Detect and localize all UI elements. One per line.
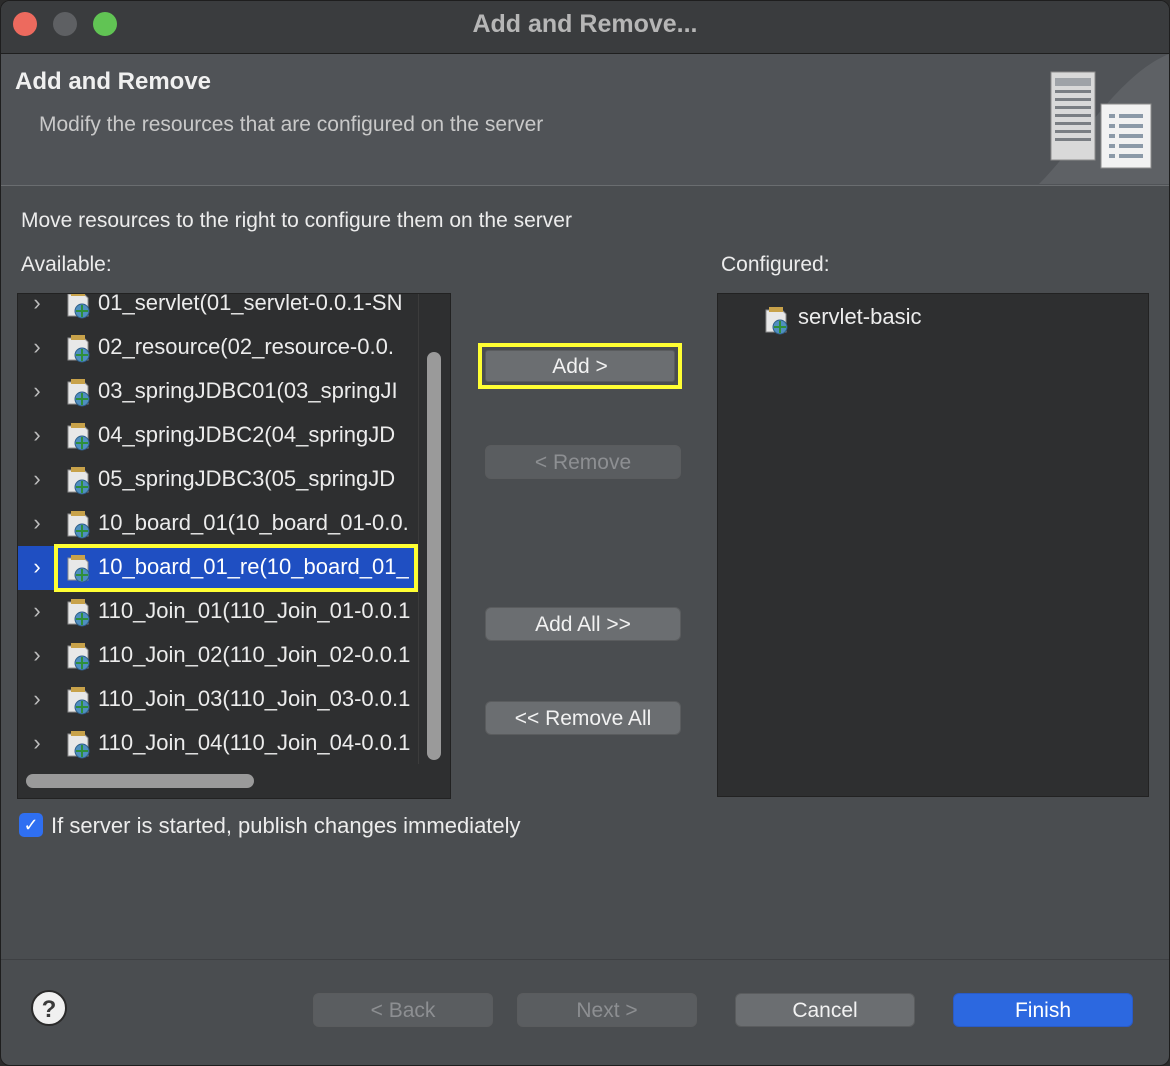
horizontal-scrollbar-thumb[interactable]: [26, 774, 254, 788]
available-item-label: 03_springJDBC01(03_springJI: [98, 378, 398, 403]
web-project-icon: [67, 599, 90, 627]
help-icon[interactable]: ?: [31, 990, 67, 1026]
available-tree-row[interactable]: › 04_springJDBC2(04_springJD: [18, 414, 418, 458]
web-project-icon: [67, 687, 90, 715]
cancel-button[interactable]: Cancel: [735, 993, 915, 1027]
remove-all-button[interactable]: << Remove All: [485, 701, 681, 735]
available-tree-row[interactable]: › 01_servlet(01_servlet-0.0.1-SN: [18, 293, 418, 326]
available-item-label: 01_servlet(01_servlet-0.0.1-SN: [98, 293, 403, 315]
web-project-icon: [67, 731, 90, 759]
web-project-icon: [67, 511, 90, 539]
configured-tree[interactable]: servlet-basic: [717, 293, 1149, 797]
web-project-icon: [67, 643, 90, 671]
chevron-right-icon[interactable]: ›: [28, 466, 46, 492]
chevron-right-icon[interactable]: ›: [28, 294, 46, 316]
available-label: Available:: [21, 253, 112, 276]
configured-item-label: servlet-basic: [798, 304, 922, 329]
finish-button[interactable]: Finish: [953, 993, 1133, 1027]
available-tree-row[interactable]: › 110_Join_04(110_Join_04-0.0.1: [18, 722, 418, 766]
server-banner-icon: [1039, 54, 1169, 184]
chevron-right-icon[interactable]: ›: [28, 686, 46, 712]
available-item-label: 110_Join_03(110_Join_03-0.0.1: [98, 686, 411, 711]
web-project-icon: [67, 423, 90, 451]
chevron-right-icon[interactable]: ›: [28, 510, 46, 536]
available-item-label: 110_Join_04(110_Join_04-0.0.1: [98, 730, 411, 755]
add-button[interactable]: Add >: [485, 350, 675, 382]
publish-checkbox[interactable]: ✓: [19, 813, 43, 837]
next-button[interactable]: Next >: [517, 993, 697, 1027]
configured-label: Configured:: [721, 253, 830, 276]
available-item-label: 02_resource(02_resource-0.0.: [98, 334, 394, 359]
available-tree-row[interactable]: › 110_Join_01(110_Join_01-0.0.1: [18, 590, 418, 634]
wizard-subtitle: Modify the resources that are configured…: [39, 113, 544, 136]
title-bar: Add and Remove...: [1, 1, 1169, 54]
web-project-icon: [67, 467, 90, 495]
chevron-right-icon[interactable]: ›: [28, 730, 46, 756]
available-tree-row[interactable]: › 110_Join_03(110_Join_03-0.0.1: [18, 678, 418, 722]
instruction-text: Move resources to the right to configure…: [21, 209, 572, 232]
tree-column-divider: [418, 294, 419, 764]
remove-button[interactable]: < Remove: [485, 445, 681, 479]
web-project-icon: [765, 307, 788, 335]
wizard-header: Add and Remove Modify the resources that…: [1, 54, 1169, 186]
available-item-label: 110_Join_01(110_Join_01-0.0.1: [98, 598, 411, 623]
window-title: Add and Remove...: [472, 10, 698, 38]
publish-checkbox-label: If server is started, publish changes im…: [51, 813, 521, 838]
add-remove-dialog: Add and Remove... Add and Remove Modify …: [0, 0, 1170, 1066]
chevron-right-icon[interactable]: ›: [28, 554, 46, 580]
available-tree-row[interactable]: › 02_resource(02_resource-0.0.: [18, 326, 418, 370]
add-all-button[interactable]: Add All >>: [485, 607, 681, 641]
chevron-right-icon[interactable]: ›: [28, 422, 46, 448]
web-project-icon: [67, 335, 90, 363]
web-project-icon: [67, 379, 90, 407]
chevron-right-icon[interactable]: ›: [28, 378, 46, 404]
available-tree-row[interactable]: › 10_board_01(10_board_01-0.0.: [18, 502, 418, 546]
available-tree[interactable]: › 110_Join_04(110_Join_04-0.0.1 › 110_Join_…: [17, 293, 451, 799]
chevron-right-icon[interactable]: ›: [28, 334, 46, 360]
available-tree-row[interactable]: › 10_board_01_re(10_board_01_: [18, 546, 418, 590]
available-item-label: 10_board_01_re(10_board_01_: [98, 554, 409, 579]
available-item-label: 04_springJDBC2(04_springJD: [98, 422, 396, 447]
available-tree-row[interactable]: › 03_springJDBC01(03_springJI: [18, 370, 418, 414]
chevron-right-icon[interactable]: ›: [28, 598, 46, 624]
chevron-right-icon[interactable]: ›: [28, 642, 46, 668]
available-item-label: 05_springJDBC3(05_springJD: [98, 466, 396, 491]
available-tree-row[interactable]: › 110_Join_02(110_Join_02-0.0.1: [18, 634, 418, 678]
available-tree-row[interactable]: › 05_springJDBC3(05_springJD: [18, 458, 418, 502]
back-button[interactable]: < Back: [313, 993, 493, 1027]
available-item-label: 10_board_01(10_board_01-0.0.: [98, 510, 409, 535]
footer-divider: [1, 959, 1169, 960]
wizard-title: Add and Remove: [15, 68, 212, 95]
available-item-label: 110_Join_02(110_Join_02-0.0.1: [98, 642, 411, 667]
vertical-scrollbar-thumb[interactable]: [427, 352, 441, 760]
web-project-icon: [67, 555, 90, 583]
configured-item[interactable]: servlet-basic: [762, 304, 1122, 344]
web-project-icon: [67, 294, 90, 319]
